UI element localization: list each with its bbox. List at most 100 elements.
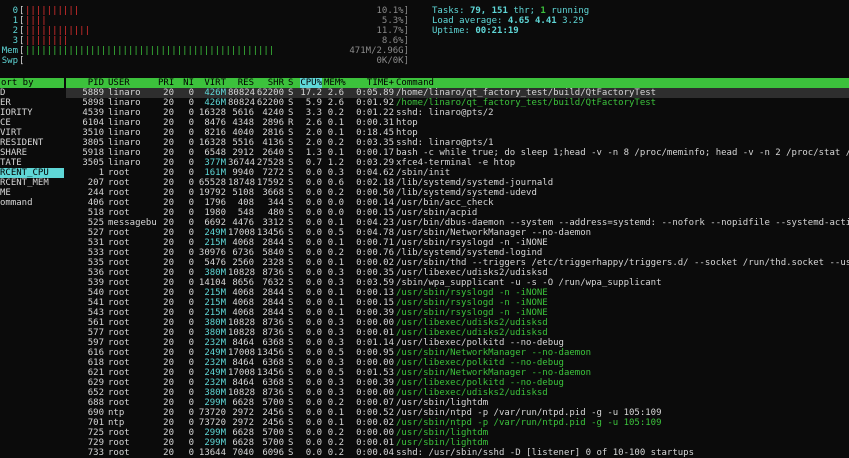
sort-option[interactable]: RCENT_CPU	[0, 168, 64, 178]
col-mem[interactable]: MEM%	[324, 78, 346, 88]
cell-cmd: /usr/bin/dbus-daemon --system --address=…	[396, 218, 849, 228]
sort-option[interactable]: IORITY	[0, 108, 64, 118]
process-row[interactable]: 3805 linaro 20 0 16328 5516 4136 S 2.0 0.2 0:03.35…	[66, 138, 849, 148]
process-row[interactable]: 540 root 20 0 215M 4068 2844 S 0.0 0.1 0:00.13/usr…	[66, 288, 849, 298]
process-row[interactable]: 561 root 20 0 380M 10828 8736 S 0.0 0.3 0:00.00/us…	[66, 318, 849, 328]
cell-s: R	[288, 118, 294, 128]
process-row[interactable]: 5889 linaro 20 0 426M 80824 62200 S 17.2 2.6 0:05.…	[66, 88, 849, 98]
cell-virt: 232M	[204, 358, 226, 368]
cell-shr: 8736	[262, 328, 284, 338]
col-pri[interactable]: PRI	[158, 78, 174, 88]
process-row[interactable]: 531 root 20 0 215M 4068 2844 S 0.0 0.1 0:00.71/usr…	[66, 238, 849, 248]
cell-pid: 577	[87, 328, 104, 338]
cell-res: 17008	[228, 368, 256, 378]
cell-pid: 244	[87, 188, 104, 198]
cell-user: ntp	[108, 408, 125, 418]
cell-cmd: /usr/libexec/polkitd --no-debug	[396, 358, 564, 368]
cell-time: 0:00.01	[356, 438, 394, 448]
cell-time: 0:03.29	[356, 158, 394, 168]
meter-bar: [|||||||||||| 11.7%]	[19, 26, 409, 36]
col-ni[interactable]: NI	[182, 78, 194, 88]
process-row[interactable]: 688 root 20 0 299M 6628 5700 S 0.0 0.2 0:00.07/usr…	[66, 398, 849, 408]
cell-s: S	[288, 308, 294, 318]
cell-virt: 380M	[204, 388, 226, 398]
process-row[interactable]: 543 root 20 0 215M 4068 2844 S 0.0 0.1 0:00.39/usr…	[66, 308, 849, 318]
sort-option[interactable]: TATE	[0, 158, 64, 168]
process-row[interactable]: 406 root 20 0 1796 408 344 S 0.0 0.0 0:00.14/usr/b…	[66, 198, 849, 208]
sort-option[interactable]: VIRT	[0, 128, 64, 138]
process-row[interactable]: 541 root 20 0 215M 4068 2844 S 0.0 0.1 0:00.15/usr…	[66, 298, 849, 308]
process-row[interactable]: 535 root 20 0 5476 2560 2328 S 0.0 0.1 0:00.02/usr…	[66, 258, 849, 268]
process-row[interactable]: 3505 linaro 20 0 377M 36744 27528 S 0.7 1.2 0:03.2…	[66, 158, 849, 168]
cell-cpu: 0.0	[305, 358, 322, 368]
process-row[interactable]: 536 root 20 0 380M 10828 8736 S 0.0 0.3 0:00.35/us…	[66, 268, 849, 278]
cell-pid: 690	[87, 408, 104, 418]
sort-option[interactable]: ER	[0, 98, 64, 108]
cell-time: 0:04.23	[356, 218, 394, 228]
process-row[interactable]: 729 root 20 0 299M 6628 5700 S 0.0 0.2 0:00.01/usr…	[66, 438, 849, 448]
process-row[interactable]: 1 root 20 0 161M 9940 7272 S 0.0 0.3 0:04.62/sbin/…	[66, 168, 849, 178]
process-row[interactable]: 701 ntp 20 0 73720 2972 2456 S 0.0 0.1 0:00.02/usr…	[66, 418, 849, 428]
cell-user: root	[108, 398, 130, 408]
process-row[interactable]: 527 root 20 0 249M 17008 13456 S 0.0 0.5 0:04.78/u…	[66, 228, 849, 238]
sort-option[interactable]: SHARE	[0, 148, 64, 158]
process-row[interactable]: 690 ntp 20 0 73720 2972 2456 S 0.0 0.1 0:00.52/usr…	[66, 408, 849, 418]
cell-mem: 0.6	[327, 178, 344, 188]
col-virt[interactable]: VIRT	[196, 78, 226, 88]
process-row[interactable]: 5918 linaro 20 0 6548 2912 2640 S 1.3 0.1 0:00.17 b…	[66, 148, 849, 158]
process-row[interactable]: 518 root 20 0 1980 548 480 S 0.0 0.0 0:00.15/usr/s…	[66, 208, 849, 218]
meter-fill: ||||||||	[25, 36, 69, 46]
process-row[interactable]: 3510 linaro 20 0 8216 4040 2816 S 2.0 0.1 0:18.45 h…	[66, 128, 849, 138]
process-row[interactable]: 244 root 20 0 19792 5108 3668 S 0.0 0.2 0:00.50/li…	[66, 188, 849, 198]
cell-virt: 30976	[198, 248, 226, 258]
process-row[interactable]: 577 root 20 0 380M 10828 8736 S 0.0 0.3 0:00.01/us…	[66, 328, 849, 338]
col-res[interactable]: RES	[228, 78, 254, 88]
process-row[interactable]: 5898 linaro 20 0 426M 80824 62200 S 5.9 2.6 0:01.9…	[66, 98, 849, 108]
process-row[interactable]: 652 root 20 0 380M 10828 8736 S 0.0 0.3 0:00.00/us…	[66, 388, 849, 398]
cell-mem: 0.1	[327, 418, 344, 428]
col-cpu[interactable]: CPU%	[300, 78, 322, 88]
col-state[interactable]: S	[288, 78, 296, 88]
col-user[interactable]: USER	[108, 78, 164, 88]
process-row[interactable]: 533 root 20 0 30976 6736 5840 S 0.0 0.2 0:00.76/li…	[66, 248, 849, 258]
sort-option[interactable]: RCENT_MEM	[0, 178, 64, 188]
process-row[interactable]: 629 root 20 0 232M 8464 6368 S 0.0 0.3 0:00.39/usr…	[66, 378, 849, 388]
process-row[interactable]: 725 root 20 0 299M 6628 5700 S 0.0 0.2 0:00.00/usr…	[66, 428, 849, 438]
process-row[interactable]: 525 messagebu 20 0 6692 4476 3312 S 0.0 0.1 0:04.2…	[66, 218, 849, 228]
cell-virt: 380M	[204, 268, 226, 278]
col-pid[interactable]: PID	[66, 78, 104, 88]
cell-ni: 0	[188, 198, 194, 208]
col-time[interactable]: TIME+	[350, 78, 394, 88]
cell-pri: 20	[163, 418, 174, 428]
cell-cmd: /usr/sbin/rsyslogd -n -iNONE	[396, 288, 548, 298]
sort-option[interactable]: CE	[0, 118, 64, 128]
process-row[interactable]: 539 root 20 0 14104 8656 7632 S 0.0 0.3 0:03.59/sb…	[66, 278, 849, 288]
cell-ni: 0	[188, 368, 194, 378]
sort-option[interactable]: ommand	[0, 198, 64, 208]
process-row[interactable]: 621 root 20 0 249M 17008 13456 S 0.0 0.5 0:01.53/u…	[66, 368, 849, 378]
process-row[interactable]: 207 root 20 0 65528 18748 17592 S 0.0 0.6 0:02.18/…	[66, 178, 849, 188]
process-row[interactable]: 616 root 20 0 249M 17008 13456 S 0.0 0.5 0:00.95/u…	[66, 348, 849, 358]
cell-pid: 5889	[82, 88, 104, 98]
cell-user: root	[108, 358, 130, 368]
col-command[interactable]: Command	[396, 78, 849, 88]
meter-fill: ||||||||||||||||||||||||||||||||||||||||…	[25, 46, 275, 56]
sort-option[interactable]: D	[0, 88, 64, 98]
cell-time: 0:02.18	[356, 178, 394, 188]
cell-s: S	[288, 158, 294, 168]
process-row[interactable]: 597 root 20 0 232M 8464 6368 S 0.0 0.3 0:01.14/usr…	[66, 338, 849, 348]
col-shr[interactable]: SHR	[256, 78, 284, 88]
cell-s: S	[288, 178, 294, 188]
cell-pid: 629	[87, 378, 104, 388]
sort-option[interactable]: RESIDENT	[0, 138, 64, 148]
cell-pid: 525	[87, 218, 104, 228]
sort-option[interactable]: ME	[0, 188, 64, 198]
uptime-line: Uptime: 00:21:19	[432, 26, 519, 36]
cell-res: 18748	[228, 178, 256, 188]
cell-res: 4068	[232, 288, 254, 298]
process-row[interactable]: 4539 linaro 20 0 16328 5616 4240 S 3.3 0.2 0:01.22…	[66, 108, 849, 118]
process-row[interactable]: 6104 linaro 20 0 8476 4348 2896 R 2.6 0.1 0:00.31 h…	[66, 118, 849, 128]
cell-virt: 299M	[204, 438, 226, 448]
process-row[interactable]: 618 root 20 0 232M 8464 6368 S 0.0 0.3 0:00.00/usr…	[66, 358, 849, 368]
cell-pid: 688	[87, 398, 104, 408]
